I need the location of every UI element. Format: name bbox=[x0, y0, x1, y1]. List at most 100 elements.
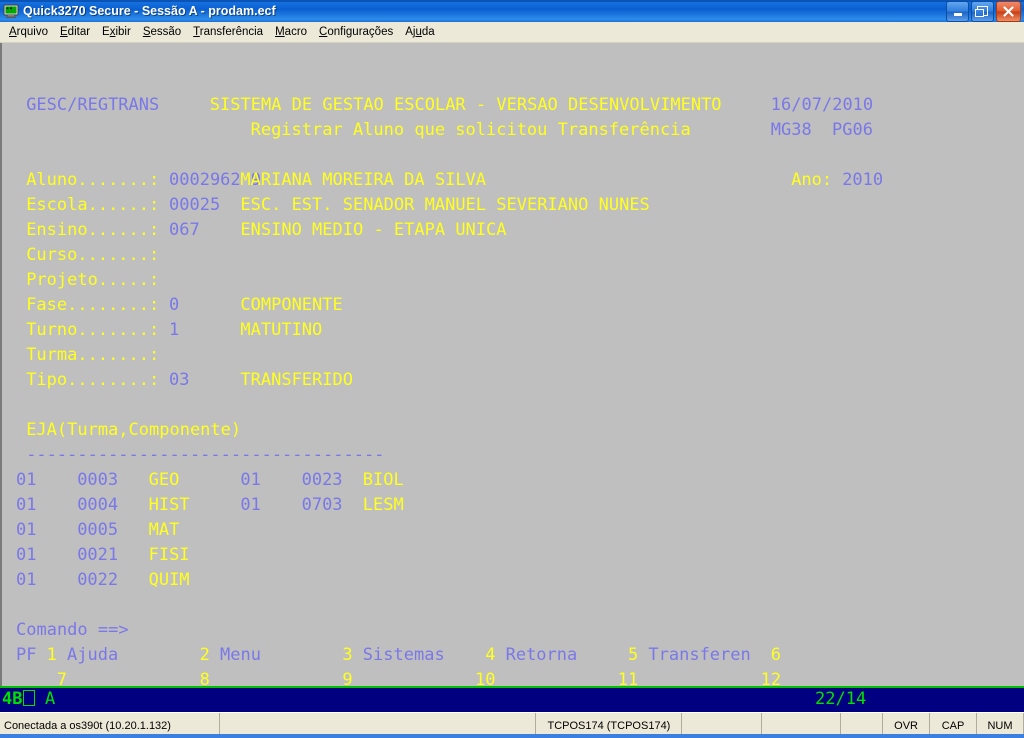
eja-code: 0003 bbox=[77, 470, 119, 490]
pf-key-label: Transferen bbox=[648, 645, 751, 665]
terminal-text-area[interactable]: GESC/REGTRANS SISTEMA DE GESTAO ESCOLAR -… bbox=[2, 43, 1024, 686]
field-label: Turno.......: bbox=[26, 320, 160, 340]
system-title: SISTEMA DE GESTAO ESCOLAR - VERSAO DESEN… bbox=[209, 95, 722, 115]
pf-key: 12 bbox=[760, 670, 782, 686]
eja-title: EJA(Turma,Componente) bbox=[26, 420, 242, 440]
pf-key-label: Retorna bbox=[505, 645, 578, 665]
field-code: 0 bbox=[169, 295, 180, 315]
eja-code: 0022 bbox=[77, 570, 119, 590]
menu-item-transferencia[interactable]: Transferência bbox=[187, 24, 269, 40]
eja-component: BIOL bbox=[362, 470, 404, 490]
field-label: Escola......: bbox=[26, 195, 160, 215]
status-indicator-ovr: OVR bbox=[883, 713, 931, 738]
restore-icon bbox=[975, 6, 988, 17]
field-description: MARIANA MOREIRA DA SILVA bbox=[240, 170, 487, 190]
field-code: 067 bbox=[169, 220, 200, 240]
window-title: Quick3270 Secure - Sessão A - prodam.ecf bbox=[23, 4, 276, 18]
minimize-icon bbox=[953, 12, 962, 16]
eja-component: FISI bbox=[148, 545, 190, 565]
pf-key: 6 bbox=[770, 645, 782, 665]
oia-mode: 4B bbox=[2, 689, 36, 709]
status-empty-2 bbox=[682, 713, 762, 738]
eja-turma: 01 bbox=[16, 495, 37, 515]
field-label: Tipo........: bbox=[26, 370, 160, 390]
pf-key: 11 bbox=[617, 670, 639, 686]
status-empty-4 bbox=[841, 713, 884, 738]
close-button[interactable] bbox=[996, 0, 1021, 22]
screen-subtitle: Registrar Aluno que solicitou Transferên… bbox=[250, 120, 691, 140]
terminal-monitor-icon bbox=[3, 3, 19, 19]
pf-key: 10 bbox=[475, 670, 496, 686]
pf-key-label: Menu bbox=[220, 645, 261, 665]
year-label: Ano: bbox=[791, 170, 833, 190]
eja-code: 0023 bbox=[301, 470, 343, 490]
transaction-id: GESC/REGTRANS bbox=[26, 95, 160, 115]
eja-component: GEO bbox=[148, 470, 180, 490]
eja-component: HIST bbox=[148, 495, 190, 515]
eja-turma: 01 bbox=[16, 570, 37, 590]
title-bar[interactable]: Quick3270 Secure - Sessão A - prodam.ecf bbox=[0, 0, 1024, 22]
eja-code: 0005 bbox=[77, 520, 119, 540]
eja-component: MAT bbox=[148, 520, 180, 540]
close-icon bbox=[1003, 5, 1014, 17]
quick3270-window: Quick3270 Secure - Sessão A - prodam.ecf… bbox=[0, 0, 1024, 738]
pf-key: 8 bbox=[199, 670, 210, 686]
field-label: Ensino......: bbox=[26, 220, 160, 240]
menu-item-ajuda[interactable]: Ajuda bbox=[399, 24, 440, 40]
field-label: Curso.......: bbox=[26, 245, 160, 265]
eja-turma: 01 bbox=[16, 520, 37, 540]
status-tcp: TCPOS174 (TCPOS174) bbox=[536, 713, 683, 738]
oia-session-id: A bbox=[45, 689, 56, 709]
field-description: ESC. EST. SENADOR MANUEL SEVERIANO NUNES bbox=[240, 195, 650, 215]
pf-key: 2 bbox=[199, 645, 210, 665]
status-empty-1 bbox=[220, 713, 537, 738]
menu-item-editar[interactable]: Editar bbox=[54, 24, 96, 40]
menu-item-arquivo[interactable]: Arquivo bbox=[3, 24, 54, 40]
minimize-button[interactable] bbox=[946, 0, 969, 22]
menu-item-macro[interactable]: Macro bbox=[269, 24, 313, 40]
command-prompt: Comando ==> bbox=[16, 620, 129, 640]
field-label: Turma.......: bbox=[26, 345, 160, 365]
eja-separator: ----------------------------------- bbox=[26, 445, 385, 465]
field-description: ENSINO MEDIO - ETAPA UNICA bbox=[240, 220, 507, 240]
year-value: 2010 bbox=[842, 170, 884, 190]
field-label: Aluno.......: bbox=[26, 170, 160, 190]
oia-cursor-position: 22/14 bbox=[815, 689, 867, 709]
screen-date: 16/07/2010 bbox=[770, 95, 874, 115]
status-empty-3 bbox=[762, 713, 841, 738]
field-label: Projeto.....: bbox=[26, 270, 160, 290]
terminal-screen[interactable]: GESC/REGTRANS SISTEMA DE GESTAO ESCOLAR -… bbox=[0, 43, 1024, 686]
menu-bar: Arquivo Editar Exibir Sessão Transferênc… bbox=[0, 22, 1024, 43]
pf-key: 1 bbox=[46, 645, 57, 665]
window-buttons bbox=[946, 0, 1024, 22]
eja-code: 0004 bbox=[77, 495, 119, 515]
pf-key: 9 bbox=[342, 670, 353, 686]
pf-key: 3 bbox=[342, 645, 353, 665]
eja-code: 0703 bbox=[301, 495, 343, 515]
status-connection: Conectada a os390t (10.20.1.132) bbox=[0, 713, 221, 738]
operator-information-area: 4B A 22/14 bbox=[0, 686, 1024, 712]
field-description: MATUTINO bbox=[240, 320, 323, 340]
eja-turma: 01 bbox=[16, 545, 37, 565]
pf-key: 4 bbox=[485, 645, 496, 665]
status-indicator-cap: CAP bbox=[930, 713, 978, 738]
menu-item-exibir[interactable]: Exibir bbox=[96, 24, 137, 40]
page-id: PG06 bbox=[832, 120, 873, 140]
field-description: TRANSFERIDO bbox=[240, 370, 353, 390]
field-code: 03 bbox=[169, 370, 190, 390]
pf-key: 5 bbox=[628, 645, 639, 665]
eja-code: 0021 bbox=[77, 545, 119, 565]
eja-turma: 01 bbox=[240, 495, 261, 515]
field-description: COMPONENTE bbox=[240, 295, 343, 315]
pf-key-label: Sistemas bbox=[362, 645, 445, 665]
oia-box-icon bbox=[23, 690, 36, 706]
menu-item-sessao[interactable]: Sessão bbox=[137, 24, 187, 40]
eja-turma: 01 bbox=[16, 470, 37, 490]
maximize-button[interactable] bbox=[971, 0, 994, 22]
pf-prefix: PF bbox=[16, 645, 37, 665]
eja-component: LESM bbox=[362, 495, 404, 515]
status-bar: Conectada a os390t (10.20.1.132) TCPOS17… bbox=[0, 712, 1024, 738]
pf-key-label: Ajuda bbox=[67, 645, 119, 665]
menu-item-configuracoes[interactable]: Configurações bbox=[313, 24, 399, 40]
terminal-id: MG38 bbox=[770, 120, 812, 140]
